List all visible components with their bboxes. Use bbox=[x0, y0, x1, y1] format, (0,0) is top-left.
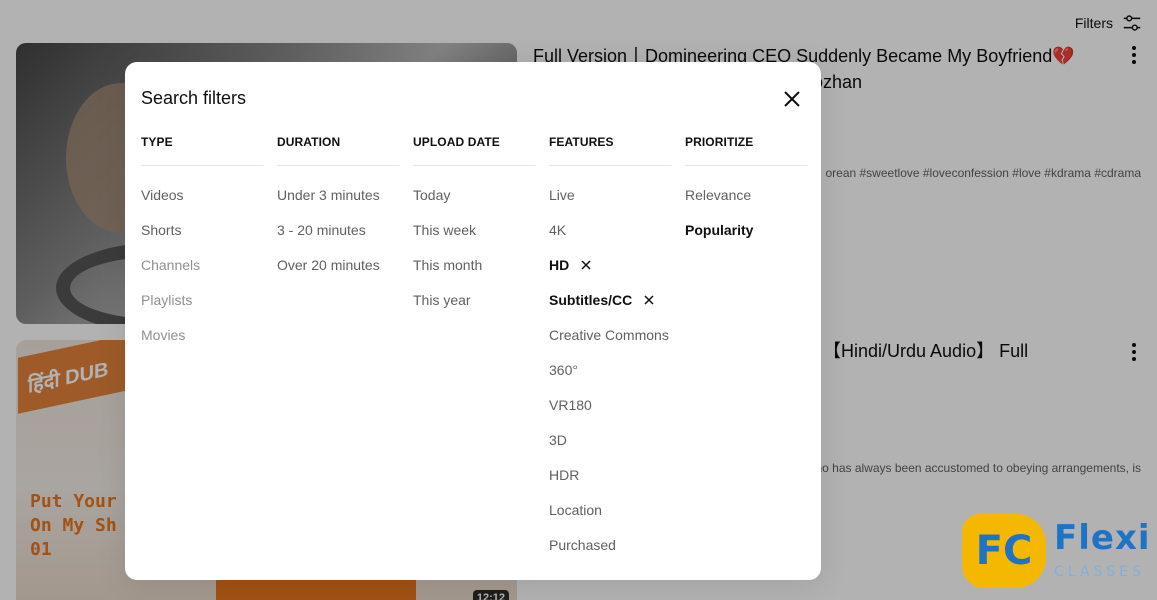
filter-column-features: FEATURES Live 4K HD Subtitles/CC Creative Com… bbox=[549, 132, 671, 562]
filter-option[interactable]: Channels bbox=[141, 247, 263, 282]
logo-badge: FC bbox=[962, 514, 1046, 588]
filter-option-label: Creative Commons bbox=[549, 326, 669, 343]
filter-option[interactable]: Subtitles/CC bbox=[549, 282, 671, 317]
filter-option-label: Over 20 minutes bbox=[277, 256, 380, 273]
filter-option-label: Shorts bbox=[141, 221, 182, 238]
filter-option-label: This year bbox=[413, 291, 471, 308]
filter-option-label: Under 3 minutes bbox=[277, 186, 380, 203]
filter-option-label: Channels bbox=[141, 256, 201, 273]
filter-option-label: This month bbox=[413, 256, 483, 273]
filter-option[interactable]: Movies bbox=[141, 317, 263, 352]
filter-option[interactable]: Over 20 minutes bbox=[277, 247, 399, 282]
logo-name: Flexi bbox=[1054, 518, 1151, 558]
filter-option-label: 4K bbox=[549, 221, 567, 238]
search-filters-dialog: Search filters TYPE Videos Shorts Channels P… bbox=[125, 62, 821, 580]
filter-option[interactable]: This month bbox=[413, 247, 535, 282]
filter-option[interactable]: This week bbox=[413, 212, 535, 247]
filter-option-label: Purchased bbox=[549, 536, 616, 553]
filter-option-label: Location bbox=[549, 501, 602, 518]
filter-option[interactable]: Creative Commons bbox=[549, 317, 671, 352]
filter-option[interactable]: VR180 bbox=[549, 387, 671, 422]
filter-option[interactable]: 3 - 20 minutes bbox=[277, 212, 399, 247]
filter-option-label: This week bbox=[413, 221, 477, 238]
filter-option-label: Subtitles/CC bbox=[549, 291, 633, 308]
filter-option[interactable]: Relevance bbox=[685, 177, 807, 212]
filter-column-prioritize: PRIORITIZE Relevance Popularity bbox=[685, 132, 807, 562]
filter-option-label: VR180 bbox=[549, 396, 592, 413]
filter-option-label: Videos bbox=[141, 186, 184, 203]
filter-option-label: Playlists bbox=[141, 291, 193, 308]
filter-option[interactable]: 4K bbox=[549, 212, 671, 247]
filter-option-label: 3D bbox=[549, 431, 567, 448]
close-icon bbox=[784, 91, 800, 107]
filter-option-label: HDR bbox=[549, 466, 580, 483]
filter-option[interactable]: 3D bbox=[549, 422, 671, 457]
filter-option-label: Today bbox=[413, 186, 451, 203]
filter-option-label: Relevance bbox=[685, 186, 752, 203]
filter-option[interactable]: Videos bbox=[141, 177, 263, 212]
filter-column-upload-date: UPLOAD DATE Today This week This month This … bbox=[413, 132, 535, 562]
filter-option-label: 360° bbox=[549, 361, 578, 378]
filter-option-label: HD bbox=[549, 256, 570, 273]
filter-option[interactable]: HDR bbox=[549, 457, 671, 492]
filter-column-type: TYPE Videos Shorts Channels Playlists Movies bbox=[141, 132, 263, 562]
filter-column-heading: UPLOAD DATE bbox=[413, 132, 535, 166]
filter-column-heading: PRIORITIZE bbox=[685, 132, 807, 166]
filter-column-duration: DURATION Under 3 minutes 3 - 20 minutes Ove… bbox=[277, 132, 399, 562]
filter-option[interactable]: 360° bbox=[549, 352, 671, 387]
dialog-title: Search filters bbox=[141, 88, 247, 108]
filter-option[interactable]: Under 3 minutes bbox=[277, 177, 399, 212]
close-button[interactable] bbox=[777, 84, 807, 114]
filter-option[interactable]: Location bbox=[549, 492, 671, 527]
filter-option[interactable]: Live bbox=[549, 177, 671, 212]
filter-column-heading: DURATION bbox=[277, 132, 399, 166]
logo-subtitle: CLASSES bbox=[1054, 564, 1145, 580]
filter-option-label: 3 - 20 minutes bbox=[277, 221, 366, 238]
filter-option[interactable]: Purchased bbox=[549, 527, 671, 562]
filter-option[interactable]: Today bbox=[413, 177, 535, 212]
remove-filter-icon[interactable] bbox=[581, 259, 591, 270]
remove-filter-icon[interactable] bbox=[644, 294, 654, 305]
filter-option[interactable]: This year bbox=[413, 282, 535, 317]
flexi-classes-logo: FC Flexi CLASSES bbox=[962, 514, 1152, 594]
filter-columns: TYPE Videos Shorts Channels Playlists Movies D… bbox=[141, 132, 807, 562]
filter-column-heading: FEATURES bbox=[549, 132, 671, 166]
filter-option[interactable]: Shorts bbox=[141, 212, 263, 247]
filter-option-label: Movies bbox=[141, 326, 186, 343]
filter-option-label: Live bbox=[549, 186, 575, 203]
filter-option[interactable]: Playlists bbox=[141, 282, 263, 317]
filter-option[interactable]: Popularity bbox=[685, 212, 807, 247]
filter-column-heading: TYPE bbox=[141, 132, 263, 166]
filter-option-label: Popularity bbox=[685, 221, 754, 238]
filter-option[interactable]: HD bbox=[549, 247, 671, 282]
